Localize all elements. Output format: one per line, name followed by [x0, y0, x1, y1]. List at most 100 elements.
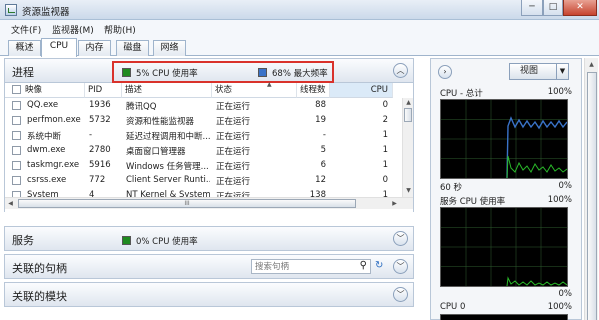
cpu-total-graph — [440, 99, 568, 179]
minimize-button[interactable]: ─ — [521, 0, 543, 16]
services-cpu-swatch — [122, 236, 131, 245]
processes-horizontal-scrollbar[interactable]: ◀ III ▶ — [5, 197, 413, 209]
view-label: 视图 — [520, 66, 539, 76]
process-cpu-cell: 2 — [382, 115, 388, 125]
process-pid-cell: 5732 — [89, 115, 111, 125]
tab-network[interactable]: 网络 — [153, 40, 186, 56]
process-row[interactable]: perfmon.exe 5732 资源和性能监视器 正在运行 19 2 — [5, 113, 403, 128]
refresh-icon[interactable]: ↻ — [375, 260, 383, 271]
tab-disk[interactable]: 磁盘 — [116, 40, 149, 56]
process-row[interactable]: 系统中断 - 延迟过程调用和中断... 正在运行 - 1 — [5, 128, 403, 143]
process-row[interactable]: QQ.exe 1936 腾讯QQ 正在运行 88 0 — [5, 98, 403, 113]
graphs-pane: › 视图 ▼ CPU - 总计 100% 60 秒 0% 服务 CPU 使用率 … — [430, 58, 582, 320]
process-status-cell: 正在运行 — [216, 162, 251, 172]
process-row[interactable]: taskmgr.exe 5916 Windows 任务管理... 正在运行 6 1 — [5, 158, 403, 173]
process-cpu-cell: 1 — [382, 130, 388, 140]
processes-vertical-scrollbar[interactable]: ▲ ▼ — [402, 98, 413, 197]
graph-services-max: 100% — [547, 195, 572, 205]
process-cpu-cell: 0 — [382, 175, 388, 185]
process-checkbox[interactable] — [12, 176, 21, 185]
scroll-up-icon[interactable]: ▲ — [404, 98, 413, 107]
process-cpu-cell: 0 — [382, 100, 388, 110]
process-checkbox[interactable] — [12, 146, 21, 155]
services-header[interactable]: 服务 0% CPU 使用率 ﹀ — [4, 226, 414, 251]
processes-table: 映像 PID 描述 状态 ▲ 线程数 CPU QQ.exe 1936 腾讯QQ 正在运… — [4, 81, 414, 212]
column-threads[interactable]: 线程数 — [297, 83, 330, 98]
expand-modules-button[interactable]: ﹀ — [393, 287, 408, 302]
process-image-cell: csrss.exe — [27, 175, 67, 185]
process-threads-cell: 5 — [320, 145, 326, 155]
cpu0-graph — [440, 314, 568, 320]
services-cpu-label: 0% CPU 使用率 — [136, 237, 198, 247]
search-handles-input[interactable] — [252, 260, 352, 273]
process-image-cell: perfmon.exe — [27, 115, 81, 125]
window-title: 资源监视器 — [22, 7, 70, 18]
close-button[interactable]: ✕ — [563, 0, 597, 16]
process-checkbox[interactable] — [12, 131, 21, 140]
tab-bar: 概述 CPU 内存 磁盘 网络 — [0, 37, 599, 57]
process-status-cell: 正在运行 — [216, 147, 251, 157]
processes-header[interactable]: 进程 5% CPU 使用率 68% 最大频率 ︿ — [4, 58, 414, 83]
handles-header[interactable]: 关联的句柄 ⚲ ↻ ﹀ — [4, 254, 414, 279]
process-status-cell: 正在运行 — [216, 177, 251, 187]
process-cpu-cell: 1 — [382, 160, 388, 170]
process-image-cell: dwm.exe — [27, 145, 66, 155]
view-button[interactable]: 视图 ▼ — [509, 63, 569, 80]
column-description[interactable]: 描述 — [122, 83, 212, 98]
graphs-scrollbar[interactable]: ▲ — [584, 58, 598, 320]
expand-pane-button[interactable]: › — [438, 65, 452, 79]
process-desc-cell: 腾讯QQ — [126, 102, 157, 112]
maximize-button[interactable]: □ — [543, 0, 563, 16]
graph-cpu-total-title: CPU - 总计 — [440, 89, 483, 99]
process-desc-cell: Windows 任务管理... — [126, 162, 209, 172]
max-frequency-metric: 68% 最大频率 — [258, 67, 328, 79]
process-row[interactable]: csrss.exe 772 Client Server Runti... 正在运行 12… — [5, 173, 403, 188]
process-pid-cell: 2780 — [89, 145, 111, 155]
process-row[interactable]: dwm.exe 2780 桌面窗口管理器 正在运行 5 1 — [5, 143, 403, 158]
process-desc-cell: 桌面窗口管理器 — [126, 147, 186, 157]
column-status-label: 状态 — [215, 85, 233, 95]
process-status-cell: 正在运行 — [216, 102, 251, 112]
column-image-label: 映像 — [25, 85, 43, 95]
collapse-processes-button[interactable]: ︿ — [393, 63, 408, 78]
graph-cpu0-max: 100% — [547, 302, 572, 312]
search-icon[interactable]: ⚲ — [360, 260, 367, 271]
menu-help[interactable]: 帮助(H) — [104, 23, 136, 36]
process-checkbox[interactable] — [12, 161, 21, 170]
graphs-scroll-up-icon[interactable]: ▲ — [587, 60, 596, 69]
handles-title: 关联的句柄 — [12, 262, 67, 275]
max-frequency-swatch — [258, 68, 267, 77]
process-checkbox[interactable] — [12, 101, 21, 110]
graphs-scroll-thumb[interactable] — [587, 72, 597, 320]
column-cpu[interactable]: CPU — [330, 83, 393, 98]
graph-cpu0-title: CPU 0 — [440, 302, 466, 312]
menu-file[interactable]: 文件(F) — [11, 23, 41, 36]
menu-monitor[interactable]: 监视器(M) — [52, 23, 94, 36]
process-pid-cell: - — [89, 130, 93, 140]
modules-header[interactable]: 关联的模块 ﹀ — [4, 282, 414, 307]
services-cpu-graph-svg — [441, 208, 568, 287]
scroll-right-icon[interactable]: ▶ — [390, 199, 399, 208]
resource-monitor-icon — [5, 4, 17, 16]
tab-cpu[interactable]: CPU — [41, 38, 77, 57]
process-checkbox[interactable] — [12, 116, 21, 125]
column-pid[interactable]: PID — [85, 83, 122, 98]
vertical-scroll-thumb[interactable] — [404, 108, 412, 122]
services-cpu-graph — [440, 207, 568, 287]
select-all-checkbox[interactable] — [12, 85, 21, 94]
expand-handles-button[interactable]: ﹀ — [393, 259, 408, 274]
horizontal-scroll-thumb[interactable]: III — [18, 199, 356, 208]
process-image-cell: 系统中断 — [27, 132, 62, 142]
process-status-cell: 正在运行 — [216, 132, 251, 142]
column-image[interactable]: 映像 — [5, 83, 85, 98]
process-threads-cell: 6 — [320, 160, 326, 170]
column-status[interactable]: 状态 — [212, 83, 297, 98]
view-dropdown-icon[interactable]: ▼ — [556, 64, 568, 79]
scroll-down-icon[interactable]: ▼ — [404, 186, 413, 195]
process-desc-cell: 延迟过程调用和中断... — [126, 132, 210, 142]
expand-services-button[interactable]: ﹀ — [393, 231, 408, 246]
scroll-left-icon[interactable]: ◀ — [6, 199, 15, 208]
process-image-cell: QQ.exe — [27, 100, 59, 110]
tab-memory[interactable]: 内存 — [78, 40, 111, 56]
tab-overview[interactable]: 概述 — [8, 40, 41, 56]
